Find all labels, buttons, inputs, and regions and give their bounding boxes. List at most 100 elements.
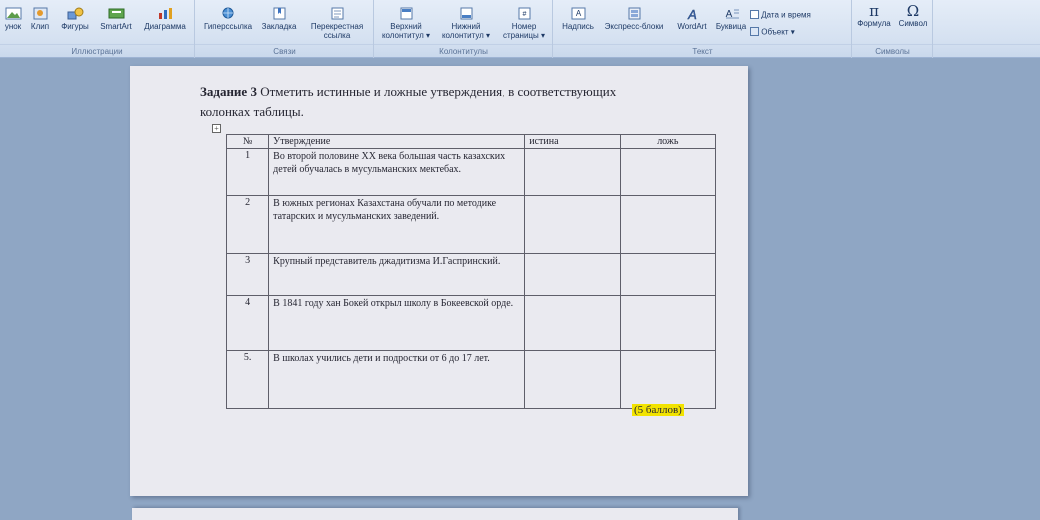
ribbon-group-illustrations: унок Клип Фигуры SmartArt Диаграмма Иллю… — [0, 0, 195, 58]
false-cell[interactable] — [619, 195, 717, 254]
symbol-button[interactable]: Ω Символ — [895, 3, 931, 28]
hyperlink-button[interactable]: Гиперссылка — [200, 7, 256, 31]
symbols-group-label: Символы — [875, 47, 910, 56]
statements-table: № Утверждение истина ложь 1 Во второй по… — [225, 134, 717, 409]
quick-parts-button[interactable]: Экспресс-блоки — [598, 7, 670, 31]
header-icon — [400, 7, 412, 20]
date-time-button[interactable]: Дата и время — [750, 10, 820, 20]
picture-icon — [5, 7, 21, 20]
table-header-row: № Утверждение истина ложь — [225, 134, 717, 149]
drop-cap-icon: A — [725, 9, 739, 20]
header-button[interactable]: Верхний колонтитул ▾ — [377, 7, 435, 40]
false-cell[interactable] — [619, 148, 717, 196]
svg-text:A: A — [575, 9, 581, 18]
table-move-handle-icon[interactable]: + — [212, 124, 221, 133]
chart-button[interactable]: Диаграмма — [138, 7, 192, 31]
true-cell[interactable] — [524, 148, 621, 196]
textbox-icon: A — [571, 7, 585, 20]
statement-cell[interactable]: В южных регионах Казахстана обучали по м… — [268, 195, 526, 254]
true-cell[interactable] — [524, 350, 621, 409]
false-cell[interactable] — [619, 295, 717, 351]
smartart-icon — [108, 8, 124, 19]
pi-icon: π — [869, 2, 879, 20]
picture-button[interactable]: унок — [2, 7, 24, 31]
cross-reference-icon — [331, 7, 343, 20]
footer-label-2: колонтитул ▾ — [441, 31, 491, 40]
false-cell[interactable] — [619, 253, 717, 296]
date-time-label: Дата и время — [761, 10, 811, 20]
picture-label: унок — [4, 22, 22, 31]
table-row: 2 В южных регионах Казахстана обучали по… — [225, 195, 717, 254]
true-cell[interactable] — [524, 253, 621, 296]
table-row: 1 Во второй половине XX века большая час… — [225, 148, 717, 196]
table-row: 3 Крупный представитель джадитизма И.Гас… — [225, 253, 717, 296]
bookmark-label: Закладка — [261, 22, 297, 31]
page-number-icon: # — [518, 7, 530, 20]
task-instruction-part-2: в соответствующих — [508, 84, 617, 99]
statement-cell[interactable]: Крупный представитель джадитизма И.Гаспр… — [268, 253, 526, 296]
wordart-button[interactable]: A WordArt — [672, 7, 712, 31]
footer-button[interactable]: Нижний колонтитул ▾ — [437, 7, 495, 40]
clip-label: Клип — [30, 22, 50, 31]
page-number-label-1: Номер — [511, 22, 537, 31]
table-row: 5. В школах учились дети и подростки от … — [225, 350, 717, 409]
header-statement: Утверждение — [268, 134, 526, 149]
header-footer-group-label: Колонтитулы — [439, 47, 488, 56]
chart-icon — [158, 8, 172, 19]
footer-icon — [460, 7, 472, 20]
next-document-page[interactable] — [132, 508, 738, 520]
chart-label: Диаграмма — [144, 22, 186, 31]
row-number: 3 — [225, 253, 270, 296]
svg-text:#: # — [522, 11, 526, 18]
shapes-button[interactable]: Фигуры — [58, 7, 92, 31]
smartart-button[interactable]: SmartArt — [96, 7, 136, 31]
true-cell[interactable] — [524, 195, 621, 254]
cross-reference-button[interactable]: Перекрестная ссылка — [304, 7, 370, 40]
document-page[interactable]: Задание 3 Отметить истинные и ложные утв… — [130, 66, 748, 496]
ribbon-group-text: A Надпись Экспресс-блоки A WordArt A Бук… — [554, 0, 852, 58]
row-number: 1 — [225, 148, 270, 196]
ribbon-insert-tab: унок Клип Фигуры SmartArt Диаграмма Иллю… — [0, 0, 1040, 58]
footer-label-1: Нижний — [451, 22, 481, 31]
textbox-label: Надпись — [562, 22, 594, 31]
ribbon-group-symbols: π Формула Ω Символ Символы — [853, 0, 933, 58]
table-row: 4 В 1841 году хан Бокей открыл школу в Б… — [225, 295, 717, 351]
row-number: 2 — [225, 195, 270, 254]
object-button[interactable]: Объект ▾ — [750, 27, 820, 37]
formatting-mark-icon: ‚ — [502, 89, 505, 98]
ribbon-group-header-footer: Верхний колонтитул ▾ Нижний колонтитул ▾… — [375, 0, 553, 58]
header-label-2: колонтитул ▾ — [381, 31, 431, 40]
bookmark-button[interactable]: Закладка — [258, 7, 300, 31]
equation-button[interactable]: π Формула — [853, 3, 895, 28]
task-instruction-part-3: колонках таблицы. — [200, 104, 304, 119]
statement-cell[interactable]: Во второй половине XX века большая часть… — [268, 148, 526, 196]
clip-button[interactable]: Клип — [28, 7, 52, 31]
task-heading-line: Задание 3 Отметить истинные и ложные утв… — [200, 84, 616, 100]
header-true: истина — [524, 134, 621, 149]
drop-cap-button[interactable]: A Буквица — [712, 7, 750, 31]
links-group-label: Связи — [273, 47, 296, 56]
points-highlight: (5 баллов) — [632, 404, 684, 416]
omega-icon: Ω — [906, 2, 920, 20]
cross-reference-label-2: ссылка — [323, 31, 351, 40]
page-number-button[interactable]: # Номер страницы ▾ — [497, 7, 551, 40]
true-cell[interactable] — [524, 295, 621, 351]
bookmark-icon — [273, 7, 285, 20]
symbol-label: Символ — [898, 19, 928, 28]
ribbon-group-links: Гиперссылка Закладка Перекрестная ссылка… — [196, 0, 374, 58]
statement-cell[interactable]: В 1841 году хан Бокей открыл школу в Бок… — [268, 295, 526, 351]
cross-reference-label-1: Перекрестная — [310, 22, 364, 31]
textbox-button[interactable]: A Надпись — [560, 7, 596, 31]
quick-parts-icon — [628, 7, 640, 20]
false-cell[interactable] — [619, 350, 717, 409]
svg-text:A: A — [687, 7, 697, 20]
statement-cell[interactable]: В школах учились дети и подростки от 6 д… — [268, 350, 526, 409]
page-number-label-2: страницы ▾ — [502, 31, 546, 40]
task-instruction-part-1: Отметить истинные и ложные утверждения — [260, 84, 503, 99]
header-label-1: Верхний — [390, 22, 422, 31]
quick-parts-label: Экспресс-блоки — [604, 22, 664, 31]
clipart-icon — [33, 7, 47, 20]
illustrations-group-label: Иллюстрации — [71, 47, 123, 56]
text-group-label: Текст — [692, 47, 713, 56]
shapes-icon — [67, 7, 83, 20]
